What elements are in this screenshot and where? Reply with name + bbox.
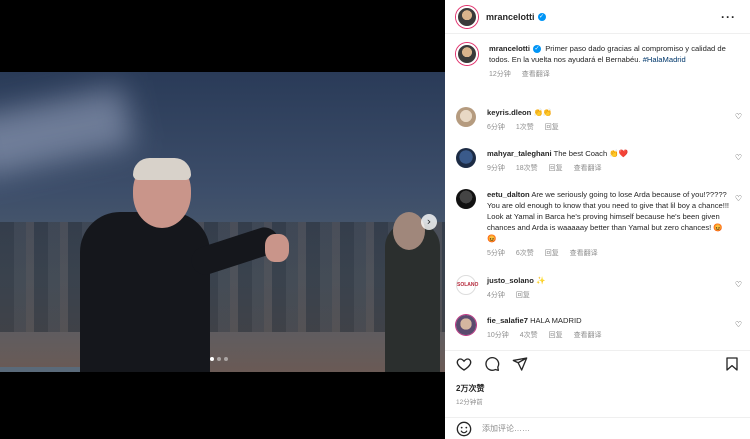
username[interactable]: mrancelotti bbox=[486, 12, 535, 22]
emoji-icon[interactable] bbox=[456, 421, 472, 437]
post-panel: mrancelotti ✓ ··· mrancelotti ✓ Primer p… bbox=[445, 0, 750, 439]
comment-likes[interactable]: 6次赞 bbox=[516, 250, 534, 257]
reply-button[interactable]: 回复 bbox=[516, 292, 530, 299]
list-item: SOLANO justo_solano ✨ 4分钟 回复 ♡ bbox=[456, 275, 742, 301]
comment-username[interactable]: keyris.dleon bbox=[487, 108, 531, 117]
post-time: 12分钟前 bbox=[456, 399, 483, 406]
like-count[interactable]: 2万次赞 bbox=[456, 383, 484, 394]
heart-icon[interactable]: ♡ bbox=[732, 280, 742, 301]
reply-button[interactable]: 回复 bbox=[545, 124, 559, 131]
comment-text: ✨ bbox=[535, 276, 546, 285]
avatar[interactable] bbox=[456, 43, 478, 65]
background-person-head bbox=[393, 212, 425, 250]
reply-button[interactable]: 回复 bbox=[549, 165, 563, 172]
comments-list: mrancelotti ✓ Primer paso dado gracias a… bbox=[445, 34, 750, 350]
verified-badge-icon: ✓ bbox=[537, 12, 546, 21]
avatar[interactable] bbox=[456, 5, 478, 28]
heart-icon[interactable] bbox=[456, 356, 472, 372]
heart-icon[interactable]: ♡ bbox=[732, 112, 742, 133]
send-icon[interactable] bbox=[512, 356, 528, 372]
comment-time: 5分钟 bbox=[487, 250, 505, 257]
chevron-right-icon[interactable]: › bbox=[421, 214, 437, 230]
see-translation-link[interactable]: 查看翻译 bbox=[522, 71, 550, 78]
carousel-indicator bbox=[210, 357, 228, 361]
stadium-light bbox=[0, 86, 135, 178]
see-translation-link[interactable]: 查看翻译 bbox=[570, 250, 598, 257]
comment-username[interactable]: justo_solano bbox=[487, 276, 534, 285]
comment-time: 4分钟 bbox=[487, 292, 505, 299]
carousel-dot bbox=[217, 357, 221, 361]
action-bar bbox=[456, 352, 740, 376]
more-options-icon[interactable]: ··· bbox=[721, 10, 736, 24]
comment-time: 6分钟 bbox=[487, 124, 505, 131]
verified-badge-icon: ✓ bbox=[533, 45, 542, 53]
list-item: fie_salafie7 HALA MADRID 10分钟 4次赞 回复 查看翻… bbox=[456, 315, 742, 341]
comment-time: 9分钟 bbox=[487, 165, 505, 172]
coach-hair bbox=[133, 158, 191, 180]
avatar[interactable] bbox=[456, 148, 476, 168]
comment-username[interactable]: eetu_dalton bbox=[487, 190, 530, 199]
see-translation-link[interactable]: 查看翻译 bbox=[574, 165, 602, 172]
caption: mrancelotti ✓ Primer paso dado gracias a… bbox=[456, 43, 742, 80]
comment-text: The best Coach 👏❤️ bbox=[553, 149, 629, 158]
hashtag-link[interactable]: #HalaMadrid bbox=[643, 55, 686, 64]
coach-figure bbox=[80, 212, 210, 372]
list-item: eetu_dalton Are we seriously going to lo… bbox=[456, 189, 742, 259]
coach-hand bbox=[265, 234, 289, 262]
comment-icon[interactable] bbox=[484, 356, 500, 372]
reply-button[interactable]: 回复 bbox=[545, 250, 559, 257]
comment-likes[interactable]: 18次赞 bbox=[516, 165, 538, 172]
list-item: keyris.dleon 👏👏 6分钟 1次赞 回复 ♡ bbox=[456, 107, 742, 133]
avatar[interactable]: SOLANO bbox=[456, 275, 478, 295]
avatar[interactable] bbox=[456, 315, 476, 335]
reply-button[interactable]: 回复 bbox=[549, 332, 563, 339]
add-comment-bar: 添加评论…… bbox=[445, 417, 750, 439]
bookmark-icon[interactable] bbox=[724, 356, 740, 372]
caption-time: 12分钟 bbox=[489, 71, 511, 78]
crowd-background bbox=[0, 222, 445, 332]
list-item: mahyar_taleghani The best Coach 👏❤️ 9分钟 … bbox=[456, 148, 742, 174]
caption-username[interactable]: mrancelotti bbox=[489, 44, 530, 53]
heart-icon[interactable]: ♡ bbox=[732, 153, 742, 174]
post-photo: › bbox=[0, 72, 445, 372]
carousel-dot bbox=[224, 357, 228, 361]
heart-icon[interactable]: ♡ bbox=[732, 194, 742, 259]
heart-icon[interactable]: ♡ bbox=[732, 320, 742, 341]
comment-likes[interactable]: 4次赞 bbox=[520, 332, 538, 339]
avatar[interactable] bbox=[456, 189, 476, 209]
comment-text: 👏👏 bbox=[533, 108, 553, 117]
post-header: mrancelotti ✓ ··· bbox=[445, 0, 750, 34]
comment-likes[interactable]: 1次赞 bbox=[516, 124, 534, 131]
comment-username[interactable]: fie_salafie7 bbox=[487, 316, 528, 325]
comment-time: 10分钟 bbox=[487, 332, 509, 339]
comment-username[interactable]: mahyar_taleghani bbox=[487, 149, 552, 158]
comment-text: HALA MADRID bbox=[530, 316, 582, 325]
carousel-dot bbox=[210, 357, 214, 361]
comment-input[interactable]: 添加评论…… bbox=[482, 423, 530, 434]
caption-meta: 12分钟 查看翻译 bbox=[489, 69, 742, 80]
see-translation-link[interactable]: 查看翻译 bbox=[574, 332, 602, 339]
avatar[interactable] bbox=[456, 107, 476, 127]
divider bbox=[445, 350, 750, 351]
